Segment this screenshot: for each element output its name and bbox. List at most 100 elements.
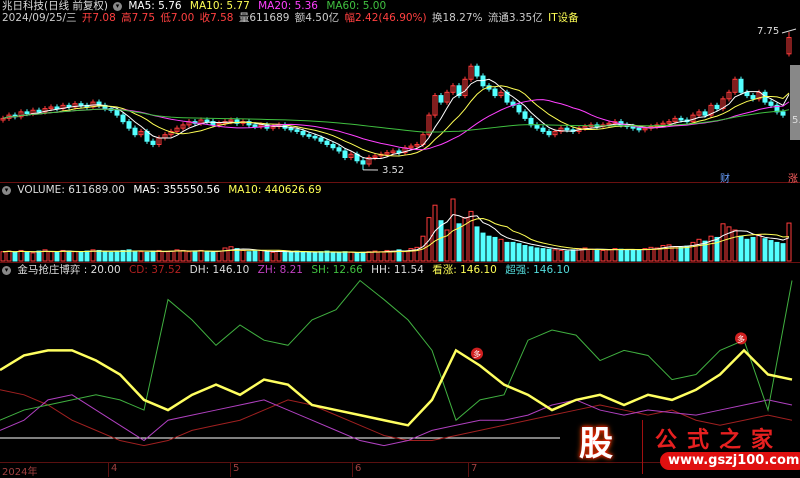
axis-month: 4 xyxy=(108,463,117,477)
dropdown-icon[interactable]: ▾ xyxy=(2,186,11,195)
candle-down xyxy=(253,125,257,127)
candle-down xyxy=(205,120,209,122)
axis-month: 5 xyxy=(230,463,239,477)
volume-bar xyxy=(313,253,317,261)
candle-down xyxy=(295,130,299,132)
volume-bar xyxy=(205,252,209,261)
volume-bar xyxy=(55,252,59,261)
volume-bar xyxy=(553,250,557,261)
candle-down xyxy=(37,110,41,112)
volume-bar xyxy=(739,236,743,261)
volume-bar xyxy=(787,223,791,261)
dropdown-icon[interactable]: ▾ xyxy=(2,266,11,275)
candle-down xyxy=(439,96,443,103)
volume-bar xyxy=(685,246,689,261)
volume-bar xyxy=(655,248,659,261)
volume-bar xyxy=(229,247,233,261)
volume-bar xyxy=(559,250,563,261)
zh-value: ZH: 8.21 xyxy=(258,264,303,276)
watermark-logo: 股 公式之家 www.gszj100.com xyxy=(560,418,800,476)
volume-bar xyxy=(169,251,173,261)
dh-value: DH: 146.10 xyxy=(190,264,250,276)
volume-bar xyxy=(391,251,395,261)
volume-bar xyxy=(121,250,125,261)
volume-bar xyxy=(745,239,749,261)
candle-down xyxy=(289,128,293,130)
volume-bar xyxy=(331,252,335,261)
signal-label: 多 xyxy=(737,334,745,344)
volume-bar xyxy=(217,251,221,261)
site-url[interactable]: www.gszj100.com xyxy=(660,452,800,470)
volume-ma5: MA5: 355550.56 xyxy=(133,184,220,196)
cd-value: CD: 37.52 xyxy=(129,264,181,276)
chip-distribution-bar xyxy=(790,65,800,140)
volume-bar xyxy=(19,250,23,261)
volume-bar xyxy=(265,252,269,261)
volume-bar xyxy=(547,249,551,261)
volume-bar xyxy=(271,252,275,261)
volume-bar xyxy=(49,252,53,261)
site-name: 公式之家 xyxy=(655,422,783,454)
candle-down xyxy=(679,118,683,120)
volume-bar xyxy=(679,247,683,261)
hh-value: HH: 11.54 xyxy=(371,264,424,276)
volume-bar xyxy=(523,246,527,262)
kline-chart[interactable]: 多多 xyxy=(0,0,800,476)
finance-marker[interactable]: 财 xyxy=(720,170,730,185)
volume-bar xyxy=(601,250,605,261)
cq-value: 超强: 146.10 xyxy=(505,264,570,276)
volume-bar xyxy=(73,252,77,261)
volume-bar xyxy=(151,251,155,261)
volume-bar xyxy=(595,250,599,261)
panel-divider xyxy=(0,182,800,183)
volume-bar xyxy=(97,250,101,261)
indicator-title[interactable]: 金马抢庄博弈 xyxy=(17,264,80,276)
candle-down xyxy=(55,107,59,109)
volume-bar xyxy=(175,250,179,261)
volume-bar xyxy=(109,252,113,261)
volume-bar xyxy=(499,239,503,261)
volume-title: VOLUME: 611689.00 xyxy=(17,184,125,196)
volume-bar xyxy=(283,252,287,261)
candle-down xyxy=(769,102,773,105)
candle-down xyxy=(127,122,131,129)
volume-bar xyxy=(541,249,545,261)
candle-down xyxy=(703,112,707,115)
candle-down xyxy=(151,141,155,144)
volume-bar xyxy=(1,252,5,261)
candle-down xyxy=(307,135,311,137)
volume-bar xyxy=(565,251,569,261)
volume-bar xyxy=(535,248,539,261)
axis-month: 6 xyxy=(352,463,361,477)
indicator-header: ▾ 金马抢庄博弈 : 20.00 CD: 37.52 DH: 146.10 ZH… xyxy=(2,264,575,276)
logo-char: 股 xyxy=(568,422,624,466)
volume-bar xyxy=(295,251,299,261)
volume-bar xyxy=(343,252,347,261)
high-price-label: 7.75 xyxy=(757,26,779,37)
signal-label: 多 xyxy=(473,349,481,359)
candle-down xyxy=(319,138,323,141)
volume-bar xyxy=(355,253,359,261)
volume-bar xyxy=(187,252,191,261)
low-price-label: 3.52 xyxy=(382,165,404,176)
candle-down xyxy=(529,118,533,125)
rise-marker[interactable]: 涨 xyxy=(788,170,798,185)
volume-bar xyxy=(457,224,461,261)
volume-bar xyxy=(13,252,17,261)
volume-bar xyxy=(307,252,311,261)
volume-bar xyxy=(481,233,485,261)
volume-bar xyxy=(751,237,755,261)
volume-bar xyxy=(289,252,293,261)
candle-down xyxy=(331,144,335,147)
volume-bar xyxy=(223,248,227,261)
axis-year: 2024年 xyxy=(0,463,37,477)
volume-bar xyxy=(193,251,197,261)
volume-bar xyxy=(31,253,35,261)
volume-bar xyxy=(157,250,161,261)
volume-header: ▾ VOLUME: 611689.00 MA5: 355550.56 MA10:… xyxy=(2,184,327,196)
volume-bar xyxy=(469,211,473,261)
volume-bar xyxy=(37,251,41,261)
candle-down xyxy=(541,128,545,131)
candle-down xyxy=(715,105,719,108)
xz-value: 看涨: 146.10 xyxy=(432,264,497,276)
